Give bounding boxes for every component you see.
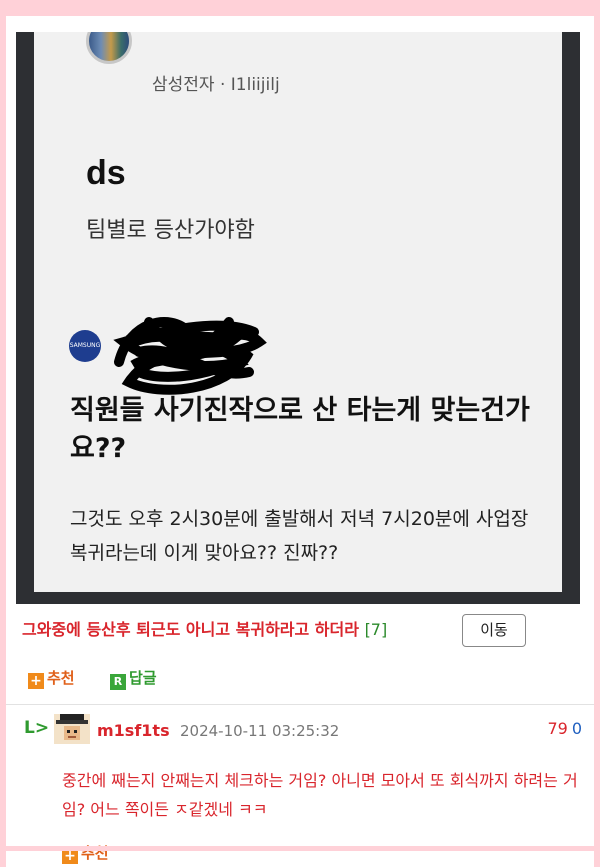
reply-icon: R	[110, 674, 126, 690]
reply-button[interactable]: R 답글	[110, 667, 157, 690]
post-image-author: 삼성전자 · I1liijilj	[152, 75, 280, 95]
move-button[interactable]: 이동	[462, 614, 526, 647]
post-image-body: 그것도 오후 2시30분에 출발해서 저녁 7시20분에 사업장 복귀라는데 이…	[70, 508, 529, 564]
reply-arrow-icon: L>	[24, 718, 50, 738]
post-image-content: 삼성전자 · I1liijilj ds 팀별로 등산가야함 SAMSUNG 직원…	[34, 32, 562, 592]
bottom-border	[0, 846, 600, 851]
comment-count: [7]	[364, 620, 388, 639]
comment-votes: 79 0	[547, 719, 582, 738]
comment-downvotes: 0	[571, 719, 582, 738]
post-image-headline: 직원들 사기진작으로 산 타는게 맞는건가요??	[70, 395, 530, 464]
plus-icon: +	[28, 673, 44, 689]
post-title[interactable]: 그와중에 등산후 퇴근도 아니고 복귀하라고 하더라 [7]	[22, 616, 387, 640]
post-image-subtitle: 팀별로 등산가야함	[86, 218, 255, 243]
comment-date: 2024-10-11 03:25:32	[180, 722, 340, 740]
comment-text: 중간에 째는지 안째는지 체크하는 거임? 아니면 모아서 또 회식까지 하려는…	[62, 771, 578, 819]
post-image: 삼성전자 · I1liijilj ds 팀별로 등산가야함 SAMSUNG 직원…	[16, 32, 580, 604]
comment-upvotes: 79	[547, 719, 568, 738]
author-avatar	[86, 32, 132, 64]
samsung-logo: SAMSUNG	[69, 330, 101, 362]
page-container: 삼성전자 · I1liijilj ds 팀별로 등산가야함 SAMSUNG 직원…	[6, 16, 594, 867]
recommend-button[interactable]: + 추천	[28, 667, 75, 689]
comment-username[interactable]: m1sf1ts	[97, 721, 170, 740]
post-image-title: ds	[86, 154, 126, 192]
reply-label: 답글	[129, 669, 157, 687]
post-title-text: 그와중에 등산후 퇴근도 아니고 복귀하라고 하더라	[22, 620, 359, 639]
redaction-scribble	[113, 317, 267, 395]
divider	[6, 704, 594, 705]
commenter-avatar	[54, 714, 90, 744]
recommend-label: 추천	[47, 669, 75, 687]
